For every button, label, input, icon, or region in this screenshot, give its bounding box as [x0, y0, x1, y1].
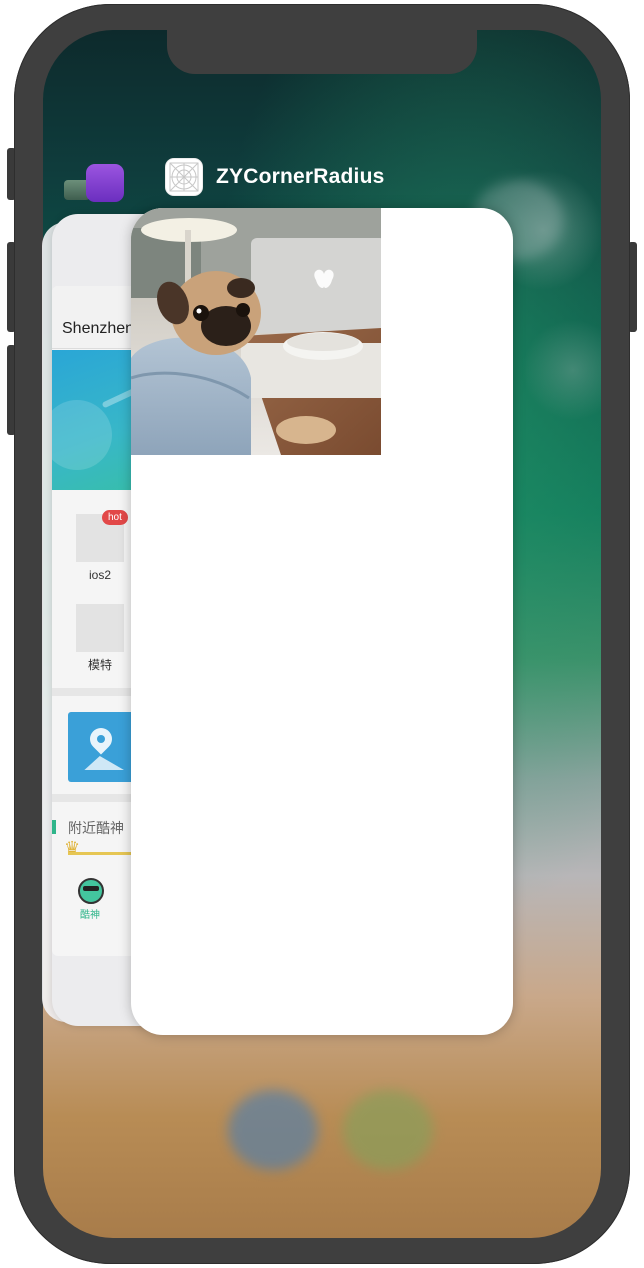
section-accent-bar — [52, 820, 56, 834]
map-ground — [84, 756, 124, 770]
pug-photo — [131, 208, 381, 455]
blurred-dock-icon — [228, 1090, 318, 1170]
grid-item-model-thumb[interactable] — [76, 604, 124, 652]
hot-badge: hot — [102, 510, 128, 525]
frog-app-icon — [86, 164, 124, 202]
tab-label[interactable]: 酷神 — [68, 906, 112, 921]
grid-item-label: ios2 — [88, 568, 111, 582]
grid-item-label: 模特 — [87, 658, 112, 672]
blueprint-icon-graphic — [169, 162, 199, 192]
app-name-label: ZYCornerRadius — [216, 165, 385, 188]
crown-icon: ♛ — [64, 838, 81, 858]
cool-face-tab-icon[interactable] — [78, 878, 104, 904]
blurred-dock-icon — [343, 1090, 433, 1170]
city-title: Shenzhen — [62, 320, 135, 337]
section-title: 附近酷神 — [68, 820, 124, 836]
map-card[interactable] — [68, 712, 134, 782]
location-pin-icon — [85, 723, 117, 755]
banner-decoration — [52, 400, 112, 470]
sunglasses-icon — [83, 886, 99, 891]
app-card-current[interactable] — [131, 208, 513, 1035]
notch — [167, 30, 477, 74]
blueprint-app-icon — [165, 158, 203, 196]
